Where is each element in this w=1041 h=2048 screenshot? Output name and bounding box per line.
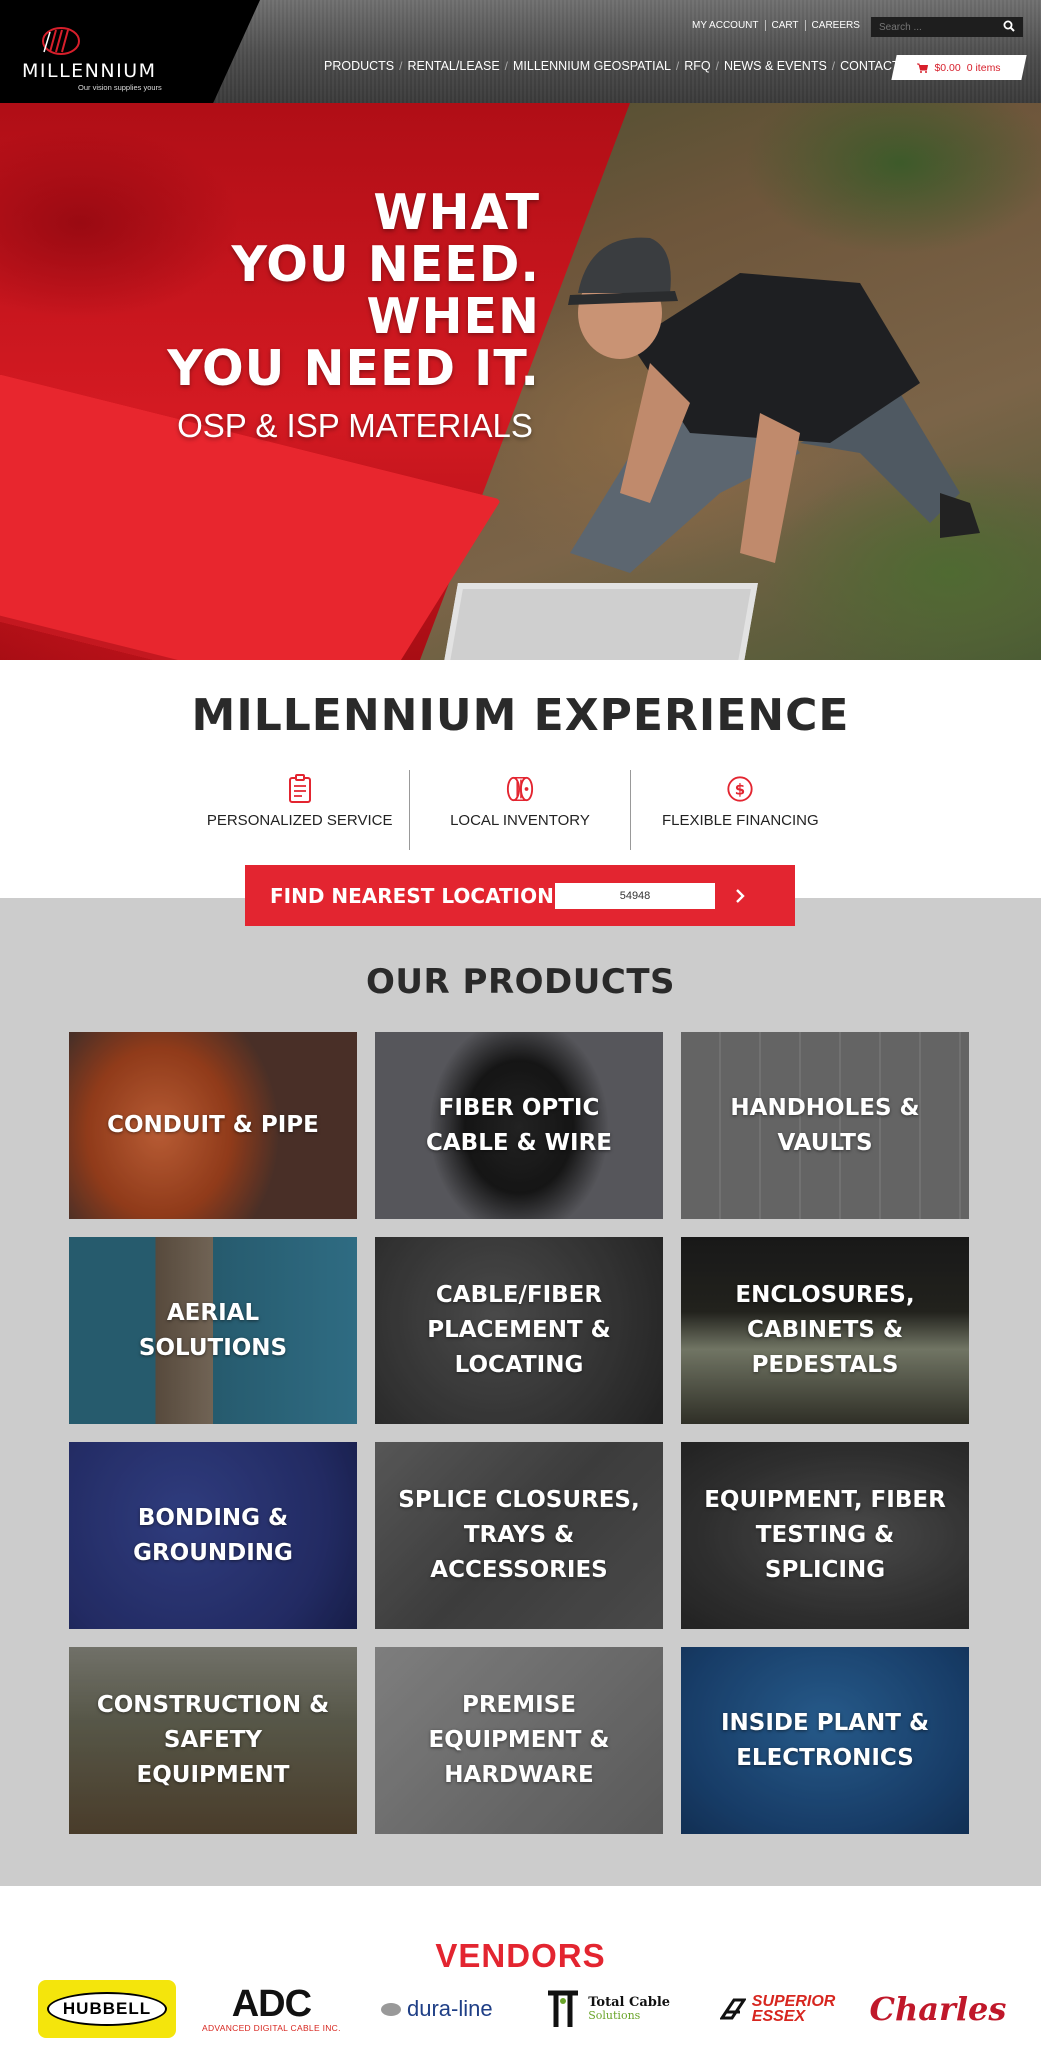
hero-line-1: WHAT [373,184,540,241]
find-location-bar: FIND NEAREST LOCATION [245,865,795,926]
nav-rental-lease[interactable]: RENTAL/LEASE [408,59,500,73]
product-conduit-pipe[interactable]: CONDUIT & PIPE [69,1032,357,1219]
hero-banner[interactable]: WHAT YOU NEED. WHEN YOU NEED IT. OSP & I… [0,103,1041,660]
superior-essex-line-2: ESSEX [751,2008,806,2025]
products-section: OUR PRODUCTS CONDUIT & PIPE FIBER OPTIC … [0,898,1041,1886]
feature-personalized-service: PERSONALIZED SERVICE [190,770,409,850]
zip-code-input[interactable] [555,882,715,909]
utility-nav: MY ACCOUNT CART CAREERS [686,20,866,31]
nav-rfq[interactable]: RFQ [684,59,710,73]
cart-icon [917,63,929,73]
product-construction-safety[interactable]: CONSTRUCTION & SAFETY EQUIPMENT [69,1647,357,1834]
vendors-title: VENDORS [435,1937,606,1974]
feature-label: FLEXIBLE FINANCING [661,812,819,829]
hero-worker-illustration [568,237,980,573]
duraline-wordmark: dura-line [406,1996,493,2021]
product-label: HANDHOLES & VAULTS [730,1094,920,1156]
product-label: CONDUIT & PIPE [107,1112,319,1138]
vendor-duraline-logo[interactable]: dura-line [367,1979,507,2039]
my-account-link[interactable]: MY ACCOUNT [686,20,765,31]
total-cable-line-2: Solutions [588,2009,641,2022]
products-title: OUR PRODUCTS [366,962,675,1002]
logo-tagline: Our vision supplies yours [78,83,162,92]
product-label: CONSTRUCTION & SAFETY EQUIPMENT [96,1692,330,1788]
product-premise-equipment[interactable]: PREMISE EQUIPMENT & HARDWARE [375,1647,663,1834]
cart-amount: $0.00 [934,61,961,74]
charles-wordmark: Charles [869,1990,1007,2028]
products-grid: CONDUIT & PIPE FIBER OPTIC CABLE & WIRE … [69,1032,972,1834]
adc-subtitle: ADVANCED DIGITAL CABLE INC. [202,2023,341,2033]
hero-subtitle: OSP & ISP MATERIALS [177,407,533,444]
vendor-total-cable-logo[interactable]: Total Cable Solutions [532,1979,682,2039]
nav-products[interactable]: PRODUCTS [324,59,394,73]
vendor-hubbell-logo[interactable]: HUBBELL [38,1980,176,2038]
product-handholes-vaults[interactable]: HANDHOLES & VAULTS [681,1032,969,1219]
nav-separator: / [675,59,680,73]
nav-separator: / [831,59,836,73]
feature-local-inventory: LOCAL INVENTORY [409,770,629,850]
hero-line-3: WHEN [366,288,540,345]
adc-wordmark: ADC [231,1983,312,2025]
chevron-right-icon[interactable] [733,888,747,903]
svg-text:$: $ [735,781,745,799]
product-cable-placement[interactable]: CABLE/FIBER PLACEMENT & LOCATING [375,1237,663,1424]
feature-label: LOCAL INVENTORY [450,812,590,829]
product-label: SPLICE CLOSURES, TRAYS & ACCESSORIES [398,1487,640,1583]
product-splice-closures[interactable]: SPLICE CLOSURES, TRAYS & ACCESSORIES [375,1442,663,1629]
cart-items: 0 items [966,61,1001,74]
hero-line-4: YOU NEED IT. [167,340,540,397]
product-label: EQUIPMENT, FIBER TESTING & SPLICING [704,1487,946,1583]
vendor-charles-logo[interactable]: Charles [870,1979,1007,2039]
cart-link[interactable]: CART [764,20,805,31]
superior-essex-line-1: SUPERIOR [751,1993,836,2010]
vendor-superior-essex-logo[interactable]: SUPERIOR ESSEX [708,1979,848,2039]
dollar-icon: $ [727,776,753,802]
product-label: INSIDE PLANT & ELECTRONICS [720,1709,930,1771]
nav-geospatial[interactable]: MILLENNIUM GEOSPATIAL [513,59,671,73]
experience-features: PERSONALIZED SERVICE LOCAL INVENTORY $ F… [190,770,850,850]
superior-essex-mark-icon [719,1998,746,2020]
cable-reel-icon [506,776,534,802]
total-cable-line-1: Total Cable [588,1995,671,2010]
product-label: AERIAL SOLUTIONS [138,1299,288,1361]
search-box [871,17,1023,37]
product-label: PREMISE EQUIPMENT & HARDWARE [428,1692,610,1788]
product-inside-plant[interactable]: INSIDE PLANT & ELECTRONICS [681,1647,969,1834]
site-header: MILLENNIUM Our vision supplies yours MY … [0,0,1041,103]
product-bonding-grounding[interactable]: BONDING & GROUNDING [69,1442,357,1629]
product-equipment-testing[interactable]: EQUIPMENT, FIBER TESTING & SPLICING [681,1442,969,1629]
main-nav: PRODUCTS / RENTAL/LEASE / MILLENNIUM GEO… [324,59,920,73]
mini-cart[interactable]: $0.00 0 items [891,55,1027,80]
hero-headline: WHAT YOU NEED. WHEN YOU NEED IT. OSP & I… [80,187,540,445]
nav-separator: / [504,59,509,73]
vendor-adc-logo[interactable]: ADC ADVANCED DIGITAL CABLE INC. [201,1979,341,2039]
search-input[interactable] [871,21,991,33]
site-logo[interactable]: MILLENNIUM Our vision supplies yours [20,22,180,92]
total-cable-mark-icon [548,1990,579,2027]
product-label: ENCLOSURES, CABINETS & PEDESTALS [735,1282,915,1378]
product-label: CABLE/FIBER PLACEMENT & LOCATING [427,1282,611,1378]
nav-separator: / [399,59,403,73]
careers-link[interactable]: CAREERS [804,20,866,31]
search-icon[interactable] [1003,20,1015,32]
hero-line-2: YOU NEED. [231,236,540,293]
product-enclosures[interactable]: ENCLOSURES, CABINETS & PEDESTALS [681,1237,969,1424]
logo-wordmark: MILLENNIUM [22,60,157,82]
product-fiber-optic-cable[interactable]: FIBER OPTIC CABLE & WIRE [375,1032,663,1219]
hubbell-wordmark: HUBBELL [46,1992,168,2026]
vendor-logos: HUBBELL ADC ADVANCED DIGITAL CABLE INC. … [38,1976,1007,2042]
clipboard-icon [288,774,311,803]
feature-label: PERSONALIZED SERVICE [206,812,393,829]
nav-separator: / [715,59,719,73]
product-label: FIBER OPTIC CABLE & WIRE [426,1094,612,1156]
nav-news-events[interactable]: NEWS & EVENTS [724,59,827,73]
experience-title: MILLENNIUM EXPERIENCE [191,690,850,741]
product-label: BONDING & GROUNDING [133,1504,293,1566]
feature-flexible-financing: $ FLEXIBLE FINANCING [629,770,850,850]
find-location-label: FIND NEAREST LOCATION [270,883,554,908]
duraline-mark-icon [380,2002,401,2016]
product-aerial-solutions[interactable]: AERIAL SOLUTIONS [69,1237,357,1424]
millennium-logo-icon [42,27,80,55]
